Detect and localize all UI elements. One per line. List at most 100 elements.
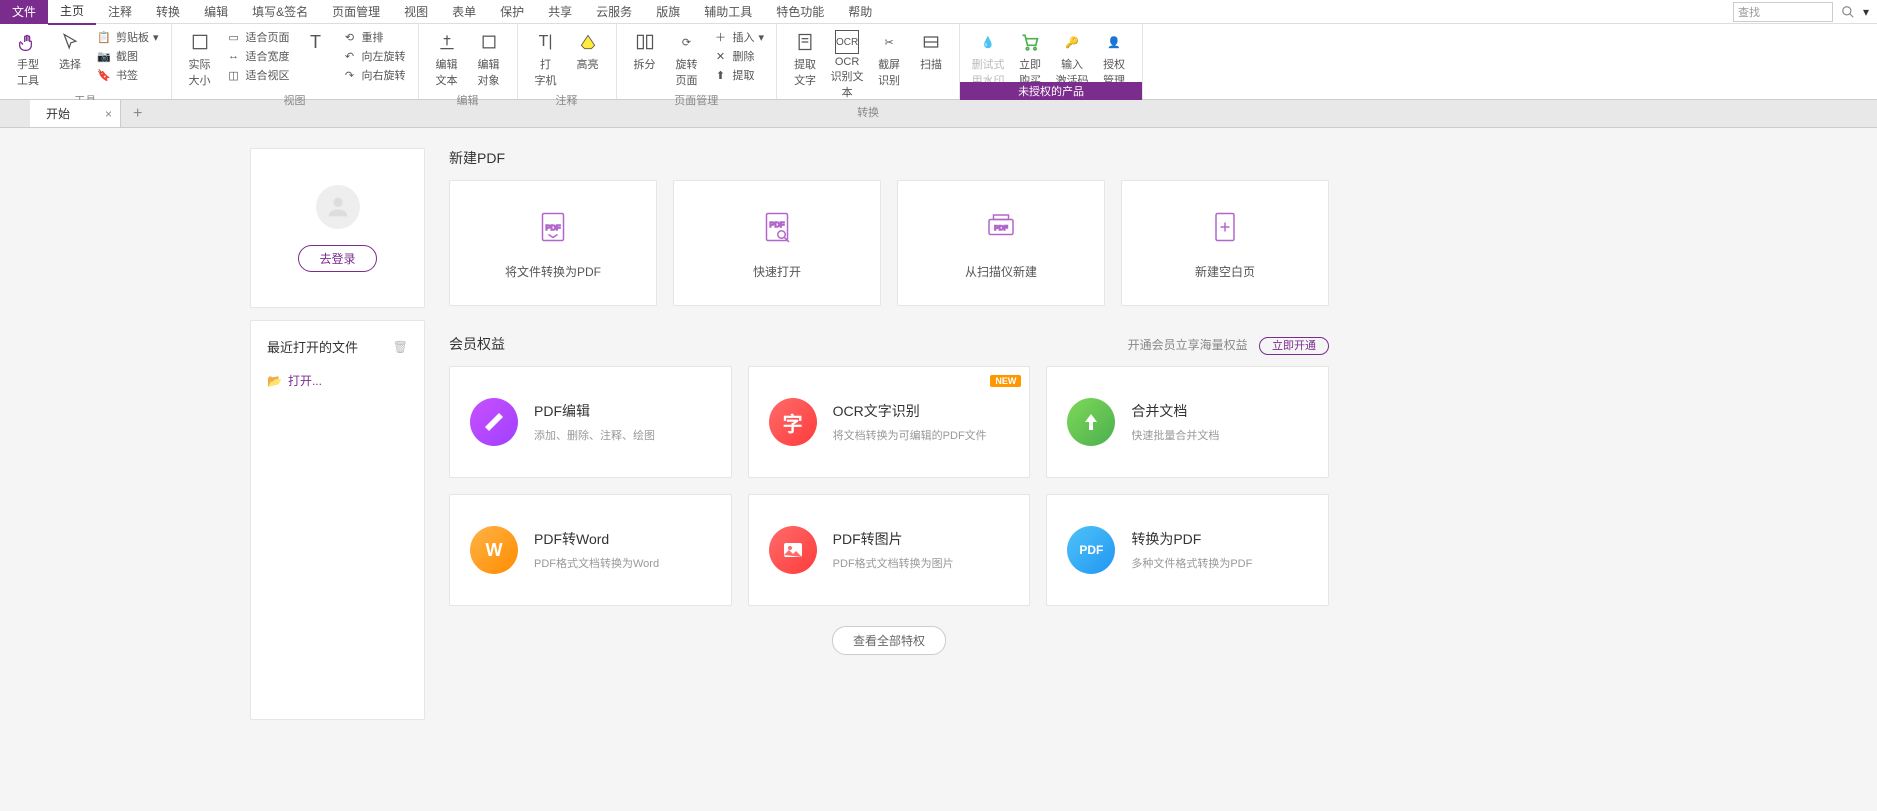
scan-icon: [919, 30, 943, 54]
clipboard-button[interactable]: 📋剪贴板 ▾: [92, 28, 163, 46]
group-edit-label: 编辑: [427, 90, 509, 108]
ocr-icon: OCR: [835, 30, 859, 54]
quick-open-card[interactable]: PDF 快速打开: [673, 180, 881, 306]
split-icon: [633, 30, 657, 54]
search-input[interactable]: 查找: [1733, 2, 1833, 22]
bookmark-icon: 🔖: [96, 67, 112, 83]
tab-page[interactable]: 页面管理: [320, 0, 392, 24]
edit-object-button[interactable]: 编辑 对象: [469, 28, 509, 90]
rotate-page-button[interactable]: ⟳ 旋转 页面: [667, 28, 707, 90]
tab-share[interactable]: 共享: [536, 0, 584, 24]
delete-icon: ✕: [713, 48, 729, 64]
tab-cloud[interactable]: 云服务: [584, 0, 644, 24]
bookmark-button[interactable]: 🔖书签: [92, 66, 163, 84]
reflow-button[interactable]: ⟲重排: [338, 28, 410, 46]
highlight-button[interactable]: 高亮: [568, 28, 608, 74]
extract-text-button[interactable]: 提取 文字: [785, 28, 825, 90]
fit-page-button[interactable]: ▭适合页面: [222, 28, 294, 46]
text-icon: T: [304, 30, 328, 54]
login-button[interactable]: 去登录: [298, 245, 376, 272]
group-view-label: 视图: [180, 90, 410, 108]
tab-home[interactable]: 主页: [48, 0, 96, 25]
blank-page-icon: [1205, 207, 1245, 247]
ribbon-tabs: 文件 主页 注释 转换 编辑 填写&签名 页面管理 视图 表单 保护 共享 云服…: [0, 0, 1877, 24]
edit-text-icon: [435, 30, 459, 54]
group-page-label: 页面管理: [625, 90, 769, 108]
split-button[interactable]: 拆分: [625, 28, 665, 74]
rotate-right-button[interactable]: ↷向右旋转: [338, 66, 410, 84]
feature-pdf-to-word[interactable]: W PDF转WordPDF格式文档转换为Word: [449, 494, 732, 606]
fit-width-button[interactable]: ↔适合宽度: [222, 47, 294, 65]
rotate-right-icon: ↷: [342, 67, 358, 83]
open-file-button[interactable]: 📂 打开...: [267, 372, 408, 389]
from-scanner-card[interactable]: PDF 从扫描仪新建: [897, 180, 1105, 306]
search-icon[interactable]: [1841, 5, 1855, 19]
clipboard-icon: 📋: [96, 29, 112, 45]
typewriter-button[interactable]: T| 打 字机: [526, 28, 566, 90]
doc-tab-start[interactable]: 开始 ×: [30, 100, 121, 127]
tab-fillsign[interactable]: 填写&签名: [240, 0, 320, 24]
feature-merge[interactable]: 合并文档快速批量合并文档: [1046, 366, 1329, 478]
folder-icon: 📂: [267, 374, 282, 388]
group-convert-label: 转换: [785, 102, 951, 120]
blank-page-card[interactable]: 新建空白页: [1121, 180, 1329, 306]
rotate-left-button[interactable]: ↶向左旋转: [338, 47, 410, 65]
new-badge: NEW: [990, 375, 1021, 387]
scanner-icon: PDF: [981, 207, 1021, 247]
tab-view[interactable]: 视图: [392, 0, 440, 24]
cart-icon: [1018, 30, 1042, 54]
fit-visible-button[interactable]: ◫适合视区: [222, 66, 294, 84]
select-button[interactable]: 选择: [50, 28, 90, 74]
tab-protect[interactable]: 保护: [488, 0, 536, 24]
fit-visible-icon: ◫: [226, 67, 242, 83]
insert-page-button[interactable]: ＋插入 ▾: [709, 28, 769, 46]
tab-convert[interactable]: 转换: [144, 0, 192, 24]
tab-helper[interactable]: 辅助工具: [692, 0, 764, 24]
view-all-button[interactable]: 查看全部特权: [832, 626, 946, 655]
image-icon: [769, 526, 817, 574]
tab-file[interactable]: 文件: [0, 0, 48, 24]
tab-annotate[interactable]: 注释: [96, 0, 144, 24]
ocr-button[interactable]: OCR OCR 识别文本: [827, 28, 867, 102]
extract-page-button[interactable]: ⬆提取: [709, 66, 769, 84]
license-banner: 未授权的产品: [960, 82, 1142, 100]
feature-pdf-to-image[interactable]: PDF转图片PDF格式文档转换为图片: [748, 494, 1031, 606]
screenshot-button[interactable]: 📷截图: [92, 47, 163, 65]
minimize-ribbon-icon[interactable]: ▾: [1863, 5, 1869, 19]
actual-size-button[interactable]: 实际 大小: [180, 28, 220, 90]
screenshot-ocr-button[interactable]: ✂ 截屏 识别: [869, 28, 909, 90]
feature-ocr[interactable]: NEW 字 OCR文字识别将文档转换为可编辑的PDF文件: [748, 366, 1031, 478]
buy-button[interactable]: 立即 购买: [1010, 28, 1050, 90]
open-membership-button[interactable]: 立即开通: [1259, 337, 1329, 355]
watermark-button[interactable]: 💧 删试式 用水印: [968, 28, 1008, 90]
reflow-icon: ⟲: [342, 29, 358, 45]
hand-icon: [16, 30, 40, 54]
tab-special[interactable]: 特色功能: [764, 0, 836, 24]
tab-plugin[interactable]: 版旗: [644, 0, 692, 24]
scan-button[interactable]: 扫描: [911, 28, 951, 74]
ocr-char-icon: 字: [769, 398, 817, 446]
highlight-icon: [576, 30, 600, 54]
trash-icon[interactable]: 🗑: [393, 340, 408, 354]
text-viewer-button[interactable]: T: [296, 28, 336, 70]
edit-text-button[interactable]: 编辑 文本: [427, 28, 467, 90]
hand-tool-button[interactable]: 手型 工具: [8, 28, 48, 90]
tab-help[interactable]: 帮助: [836, 0, 884, 24]
tab-edit[interactable]: 编辑: [192, 0, 240, 24]
key-icon: 🔑: [1060, 30, 1084, 54]
merge-icon: [1067, 398, 1115, 446]
feature-pdf-edit[interactable]: PDF编辑添加、删除、注释、绘图: [449, 366, 732, 478]
svg-text:PDF: PDF: [770, 220, 785, 229]
close-icon[interactable]: ×: [105, 107, 112, 121]
delete-page-button[interactable]: ✕删除: [709, 47, 769, 65]
pdf-doc-icon: PDF: [1067, 526, 1115, 574]
license-manage-button[interactable]: 👤 授权 管理: [1094, 28, 1134, 90]
tab-form[interactable]: 表单: [440, 0, 488, 24]
feature-to-pdf[interactable]: PDF 转换为PDF多种文件格式转换为PDF: [1046, 494, 1329, 606]
cursor-icon: [58, 30, 82, 54]
fit-page-icon: ▭: [226, 29, 242, 45]
convert-to-pdf-card[interactable]: PDF 将文件转换为PDF: [449, 180, 657, 306]
activation-code-button[interactable]: 🔑 输入 激活码: [1052, 28, 1092, 90]
recent-files-title: 最近打开的文件: [267, 337, 358, 356]
pencil-icon: [470, 398, 518, 446]
